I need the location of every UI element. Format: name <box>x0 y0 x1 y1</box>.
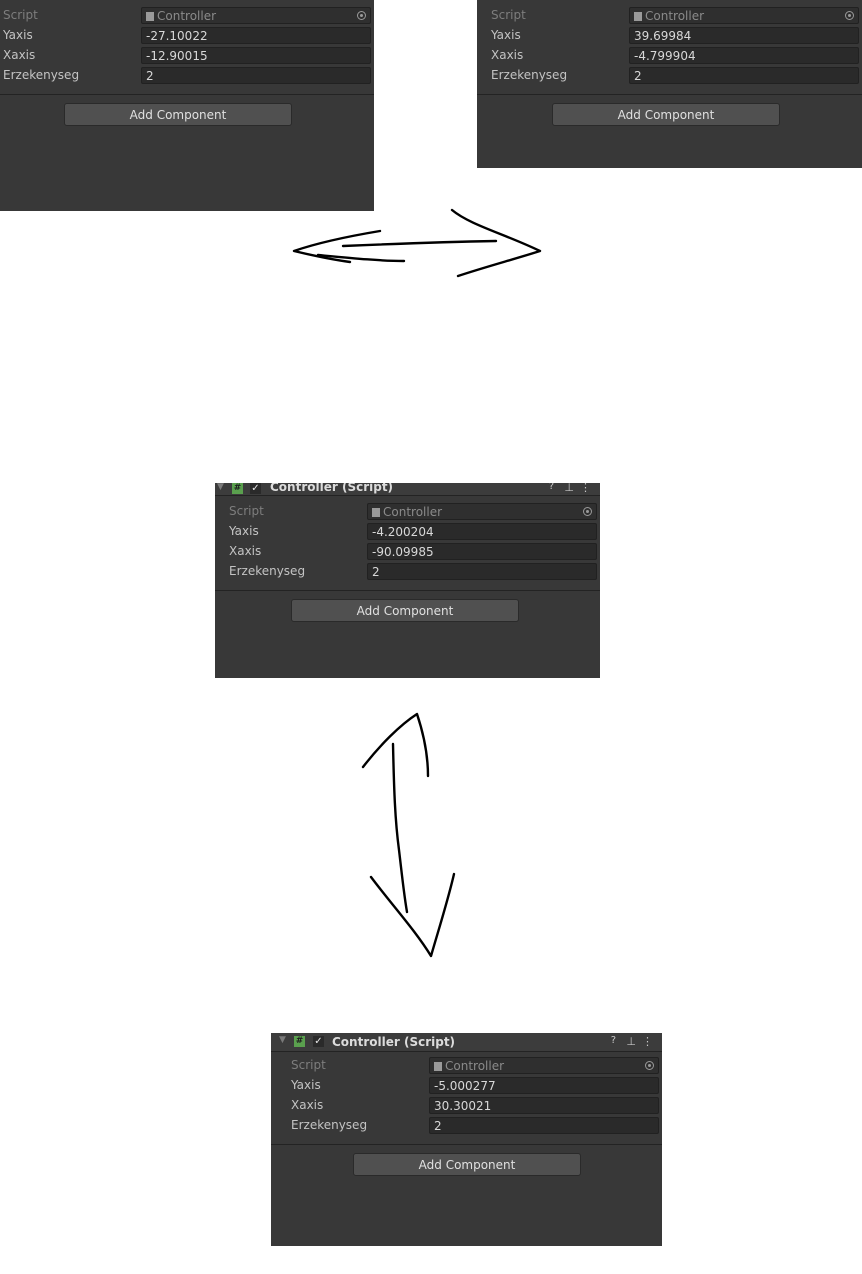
erzekenyseg-row: Erzekenyseg 2 <box>271 1116 662 1136</box>
top-arrowhead <box>361 712 430 778</box>
more-options-icon[interactable]: ⋮ <box>580 483 591 494</box>
help-icon[interactable]: ? <box>549 483 554 492</box>
erzekenyseg-field[interactable]: 2 <box>367 563 597 580</box>
yaxis-label: Yaxis <box>229 524 259 538</box>
right-arrowhead <box>450 208 542 278</box>
divider <box>271 1144 662 1145</box>
xaxis-label: Xaxis <box>291 1098 324 1112</box>
component-header[interactable]: ▼ # ✓ Controller (Script) ? ⊥ ⋮ <box>271 1033 662 1052</box>
yaxis-label: Yaxis <box>291 1078 321 1092</box>
presets-icon[interactable]: ⊥ <box>564 483 574 494</box>
inspector-panel-3: ▼ # ✓ Controller (Script) ? ⊥ ⋮ Script C… <box>215 483 600 678</box>
script-field[interactable]: Controller <box>429 1057 659 1074</box>
more-options-icon[interactable]: ⋮ <box>642 1035 653 1048</box>
object-picker-icon[interactable] <box>645 1061 654 1070</box>
script-row: Script Controller <box>271 1056 662 1076</box>
script-label: Script <box>291 1058 326 1072</box>
yaxis-field[interactable]: -5.000277 <box>429 1077 659 1094</box>
script-value: Controller <box>445 1059 505 1073</box>
script-value: Controller <box>383 505 443 519</box>
yaxis-field[interactable]: -4.200204 <box>367 523 597 540</box>
yaxis-row: Yaxis -4.200204 <box>215 522 600 542</box>
xaxis-row: Xaxis 30.30021 <box>271 1096 662 1116</box>
script-row: Script Controller <box>215 502 600 522</box>
foldout-arrow-icon[interactable]: ▼ <box>279 1035 286 1045</box>
enabled-checkbox[interactable]: ✓ <box>250 483 261 494</box>
erzekenyseg-label: Erzekenyseg <box>291 1118 368 1132</box>
divider <box>215 590 600 591</box>
component-title: Controller (Script) <box>270 483 394 494</box>
xaxis-label: Xaxis <box>229 544 262 558</box>
script-field[interactable]: Controller <box>367 503 597 520</box>
add-component-button[interactable]: Add Component <box>353 1153 581 1176</box>
erzekenyseg-label: Erzekenyseg <box>229 564 306 578</box>
bottom-arrowhead <box>369 872 456 958</box>
script-label: Script <box>229 504 264 518</box>
component-title: Controller (Script) <box>332 1035 456 1049</box>
erzekenyseg-field[interactable]: 2 <box>429 1117 659 1134</box>
script-hash-icon: # <box>232 483 243 494</box>
help-icon[interactable]: ? <box>611 1035 616 1046</box>
arrow-shaft-upper <box>341 239 498 248</box>
xaxis-field[interactable]: 30.30021 <box>429 1097 659 1114</box>
foldout-arrow-icon[interactable]: ▼ <box>217 483 224 492</box>
script-file-icon <box>434 1062 442 1071</box>
yaxis-row: Yaxis -5.000277 <box>271 1076 662 1096</box>
xaxis-row: Xaxis -90.09985 <box>215 542 600 562</box>
component-header[interactable]: ▼ # ✓ Controller (Script) ? ⊥ ⋮ <box>215 483 600 496</box>
erzekenyseg-row: Erzekenyseg 2 <box>215 562 600 582</box>
script-hash-icon: # <box>294 1036 305 1047</box>
vertical-arrow-shaft <box>391 742 409 914</box>
object-picker-icon[interactable] <box>583 507 592 516</box>
xaxis-field[interactable]: -90.09985 <box>367 543 597 560</box>
presets-icon[interactable]: ⊥ <box>626 1035 636 1048</box>
add-component-button[interactable]: Add Component <box>291 599 519 622</box>
enabled-checkbox[interactable]: ✓ <box>313 1036 324 1047</box>
script-file-icon <box>372 508 380 517</box>
inspector-panel-4: ▼ # ✓ Controller (Script) ? ⊥ ⋮ Script C… <box>271 1033 662 1246</box>
